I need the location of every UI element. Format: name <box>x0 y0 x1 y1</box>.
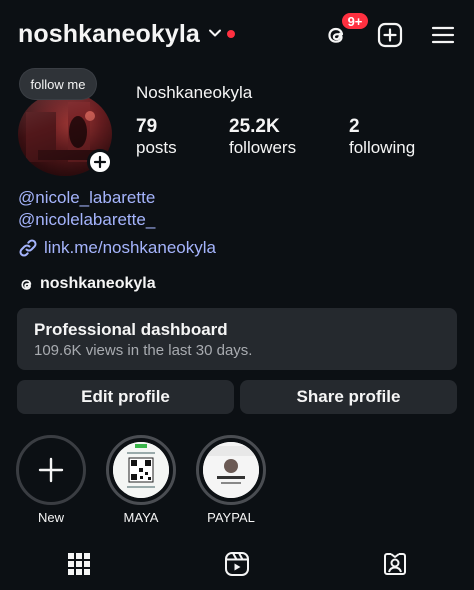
plus-icon <box>38 457 64 483</box>
display-name: Noshkaneokyla <box>136 83 253 102</box>
stat-followers-number: 25.2K <box>229 116 280 137</box>
stat-posts[interactable]: 79 posts <box>136 116 177 158</box>
grid-icon[interactable] <box>66 551 92 577</box>
notification-badge: 9+ <box>340 11 370 31</box>
menu-icon <box>431 26 455 44</box>
highlight-paypal[interactable] <box>196 435 266 505</box>
link-icon <box>19 239 37 257</box>
share-profile-button[interactable]: Share profile <box>240 380 457 414</box>
plus-icon <box>93 155 107 169</box>
dashboard-subtitle: 109.6K views in the last 30 days. <box>34 342 253 359</box>
edit-profile-button[interactable]: Edit profile <box>17 380 234 414</box>
paypal-card-icon <box>203 442 259 498</box>
stat-following-number: 2 <box>349 116 360 137</box>
create-post-button[interactable] <box>376 21 404 49</box>
stat-posts-number: 79 <box>136 116 158 137</box>
highlight-new[interactable] <box>16 435 86 505</box>
highlight-new-label: New <box>37 510 64 525</box>
stat-followers-label: followers <box>229 138 297 157</box>
account-notification-dot <box>227 30 235 38</box>
profile-username-title[interactable]: noshkaneokyla <box>18 20 200 49</box>
bio-mention-1[interactable]: @nicole_labarette <box>18 188 155 208</box>
threads-profile-badge[interactable]: noshkaneokyla <box>18 275 156 293</box>
tagged-icon[interactable] <box>382 551 408 577</box>
stat-following-label: following <box>349 138 416 157</box>
bio-link[interactable]: link.me/noshkaneokyla <box>18 238 216 258</box>
threads-handle: noshkaneokyla <box>40 275 156 292</box>
highlight-maya[interactable] <box>106 435 176 505</box>
qr-code-icon <box>113 442 169 498</box>
bio-link-text: link.me/noshkaneokyla <box>44 238 216 257</box>
highlight-paypal-label: PAYPAL <box>207 510 255 525</box>
highlight-maya-cover <box>113 442 169 498</box>
chevron-down-icon[interactable] <box>208 26 222 40</box>
note-bubble[interactable]: follow me <box>20 69 96 99</box>
add-story-button[interactable] <box>87 149 113 175</box>
highlight-maya-label: MAYA <box>123 510 159 525</box>
stat-posts-label: posts <box>136 138 177 157</box>
bio-mention-2[interactable]: @nicolelabarette_ <box>18 210 155 230</box>
menu-button[interactable] <box>429 21 457 49</box>
add-post-icon <box>377 22 403 48</box>
stat-following[interactable]: 2 following <box>349 116 415 158</box>
highlight-paypal-cover <box>203 442 259 498</box>
stat-followers[interactable]: 25.2K followers <box>229 116 296 158</box>
reels-icon[interactable] <box>224 551 250 577</box>
dashboard-title: Professional dashboard <box>34 320 228 339</box>
threads-icon <box>21 279 32 290</box>
